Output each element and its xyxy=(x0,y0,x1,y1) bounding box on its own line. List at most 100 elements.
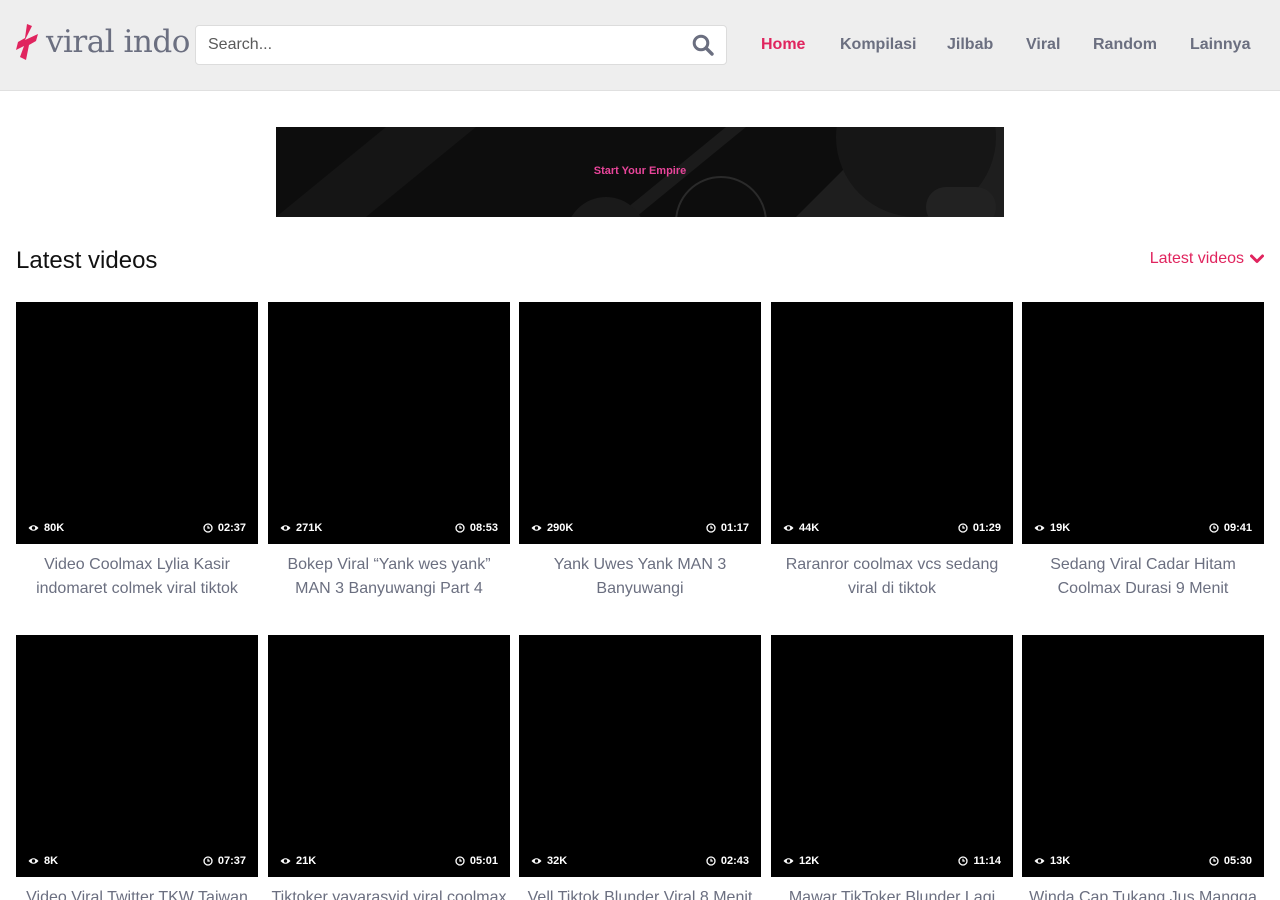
video-thumbnail[interactable]: 44K 01:29 xyxy=(771,302,1013,544)
video-thumbnail[interactable]: 271K 08:53 xyxy=(268,302,510,544)
clock-icon xyxy=(958,856,969,866)
video-title[interactable]: Video Viral Twitter TKW Taiwan xyxy=(16,886,258,900)
nav-kompilasi[interactable]: Kompilasi xyxy=(840,36,916,54)
video-title[interactable]: Vell Tiktok Blunder Viral 8 Menit xyxy=(519,886,761,900)
view-count-text: 12K xyxy=(799,855,820,867)
section-title: Latest videos xyxy=(16,247,158,274)
video-duration: 05:01 xyxy=(455,855,498,867)
view-count-text: 21K xyxy=(296,855,317,867)
video-title[interactable]: Bokep Viral “Yank wes yank” MAN 3 Banyuw… xyxy=(268,553,510,601)
video-card[interactable]: 44K 01:29 Raranror coolmax vcs sedang vi… xyxy=(771,302,1013,601)
logo-text: viral indo xyxy=(46,24,190,60)
video-duration: 11:14 xyxy=(958,855,1001,867)
view-count-text: 290K xyxy=(547,522,574,534)
video-title[interactable]: Tiktoker yayarasyid viral coolmax xyxy=(268,886,510,900)
video-duration: 01:29 xyxy=(958,522,1001,534)
video-card[interactable]: 19K 09:41 Sedang Viral Cadar Hitam Coolm… xyxy=(1022,302,1264,601)
video-thumbnail[interactable]: 12K 11:14 xyxy=(771,635,1013,877)
clock-icon xyxy=(706,856,716,866)
view-count: 271K xyxy=(280,522,322,534)
eye-icon xyxy=(28,525,39,531)
eye-icon xyxy=(28,858,39,864)
video-thumbnail[interactable]: 32K 02:43 xyxy=(519,635,761,877)
view-count-text: 19K xyxy=(1050,522,1071,534)
clock-icon xyxy=(455,523,465,533)
video-thumbnail[interactable]: 80K 02:37 xyxy=(16,302,258,544)
view-count: 13K xyxy=(1034,855,1070,867)
video-thumbnail[interactable]: 21K 05:01 xyxy=(268,635,510,877)
video-title[interactable]: Winda Cap Tukang Jus Mangga xyxy=(1022,886,1264,900)
site-logo[interactable]: viral indo xyxy=(16,22,190,62)
nav-lainnya[interactable]: Lainnya xyxy=(1190,36,1250,54)
view-count: 21K xyxy=(280,855,316,867)
video-duration: 02:43 xyxy=(706,855,749,867)
sort-dropdown-label: Latest videos xyxy=(1149,250,1244,267)
video-duration-text: 01:29 xyxy=(972,522,1001,534)
ad-banner[interactable]: Start Your Empire xyxy=(276,127,1004,217)
video-duration: 02:37 xyxy=(203,522,246,534)
video-duration: 05:30 xyxy=(1209,855,1252,867)
sort-dropdown[interactable]: Latest videos xyxy=(1150,250,1264,268)
view-count-text: 80K xyxy=(44,522,65,534)
video-duration: 08:53 xyxy=(455,522,498,534)
video-duration-text: 01:17 xyxy=(720,522,749,534)
video-duration-text: 02:43 xyxy=(720,855,749,867)
video-card[interactable]: 12K 11:14 Mawar TikToker Blunder Lagi Li… xyxy=(771,635,1013,900)
eye-icon xyxy=(1034,525,1045,531)
nav-viral[interactable]: Viral xyxy=(1026,36,1060,54)
eye-icon xyxy=(783,858,794,864)
video-duration: 07:37 xyxy=(203,855,246,867)
clock-icon xyxy=(203,523,213,533)
video-card[interactable]: 271K 08:53 Bokep Viral “Yank wes yank” M… xyxy=(268,302,510,601)
video-duration-text: 07:37 xyxy=(217,855,246,867)
video-card[interactable]: 80K 02:37 Video Coolmax Lylia Kasir indo… xyxy=(16,302,258,601)
view-count: 8K xyxy=(28,855,58,867)
clock-icon xyxy=(455,856,465,866)
video-thumbnail[interactable]: 8K 07:37 xyxy=(16,635,258,877)
search-input[interactable] xyxy=(196,26,676,64)
view-count: 290K xyxy=(531,522,573,534)
video-duration-text: 08:53 xyxy=(469,522,498,534)
search-icon xyxy=(692,34,714,56)
chevron-down-icon xyxy=(1250,254,1264,263)
video-thumbnail[interactable]: 19K 09:41 xyxy=(1022,302,1264,544)
video-title[interactable]: Sedang Viral Cadar Hitam Coolmax Durasi … xyxy=(1022,553,1264,601)
clock-icon xyxy=(706,523,716,533)
video-duration-text: 05:01 xyxy=(469,855,498,867)
video-title[interactable]: Mawar TikToker Blunder Lagi Live xyxy=(771,886,1013,900)
eye-icon xyxy=(280,858,291,864)
nav-home[interactable]: Home xyxy=(761,36,805,54)
nav-jilbab[interactable]: Jilbab xyxy=(947,36,993,54)
clock-icon xyxy=(958,523,968,533)
video-card[interactable]: 13K 05:30 Winda Cap Tukang Jus Mangga xyxy=(1022,635,1264,900)
video-title[interactable]: Yank Uwes Yank MAN 3 Banyuwangi xyxy=(519,553,761,601)
view-count-text: 32K xyxy=(547,855,568,867)
video-duration-text: 02:37 xyxy=(217,522,246,534)
clock-icon xyxy=(1209,523,1219,533)
banner-text: Start Your Empire xyxy=(593,165,687,177)
video-title[interactable]: Video Coolmax Lylia Kasir indomaret colm… xyxy=(16,553,258,601)
view-count: 80K xyxy=(28,522,64,534)
eye-icon xyxy=(531,525,542,531)
video-card[interactable]: 290K 01:17 Yank Uwes Yank MAN 3 Banyuwan… xyxy=(519,302,761,601)
video-title[interactable]: Raranror coolmax vcs sedang viral di tik… xyxy=(771,553,1013,601)
video-card[interactable]: 32K 02:43 Vell Tiktok Blunder Viral 8 Me… xyxy=(519,635,761,900)
nav-random[interactable]: Random xyxy=(1093,36,1157,54)
video-thumbnail[interactable]: 290K 01:17 xyxy=(519,302,761,544)
video-card[interactable]: 21K 05:01 Tiktoker yayarasyid viral cool… xyxy=(268,635,510,900)
view-count-text: 8K xyxy=(44,855,59,867)
logo-mark-icon xyxy=(16,24,38,60)
view-count: 12K xyxy=(783,855,819,867)
video-duration: 01:17 xyxy=(706,522,749,534)
video-thumbnail[interactable]: 13K 05:30 xyxy=(1022,635,1264,877)
eye-icon xyxy=(531,858,542,864)
eye-icon xyxy=(783,525,794,531)
video-card[interactable]: 8K 07:37 Video Viral Twitter TKW Taiwan xyxy=(16,635,258,900)
video-duration: 09:41 xyxy=(1209,522,1252,534)
search-button[interactable] xyxy=(690,33,716,59)
view-count-text: 44K xyxy=(799,522,820,534)
video-duration-text: 09:41 xyxy=(1223,522,1252,534)
video-duration-text: 11:14 xyxy=(973,855,1001,867)
clock-icon xyxy=(203,856,213,866)
eye-icon xyxy=(280,525,291,531)
